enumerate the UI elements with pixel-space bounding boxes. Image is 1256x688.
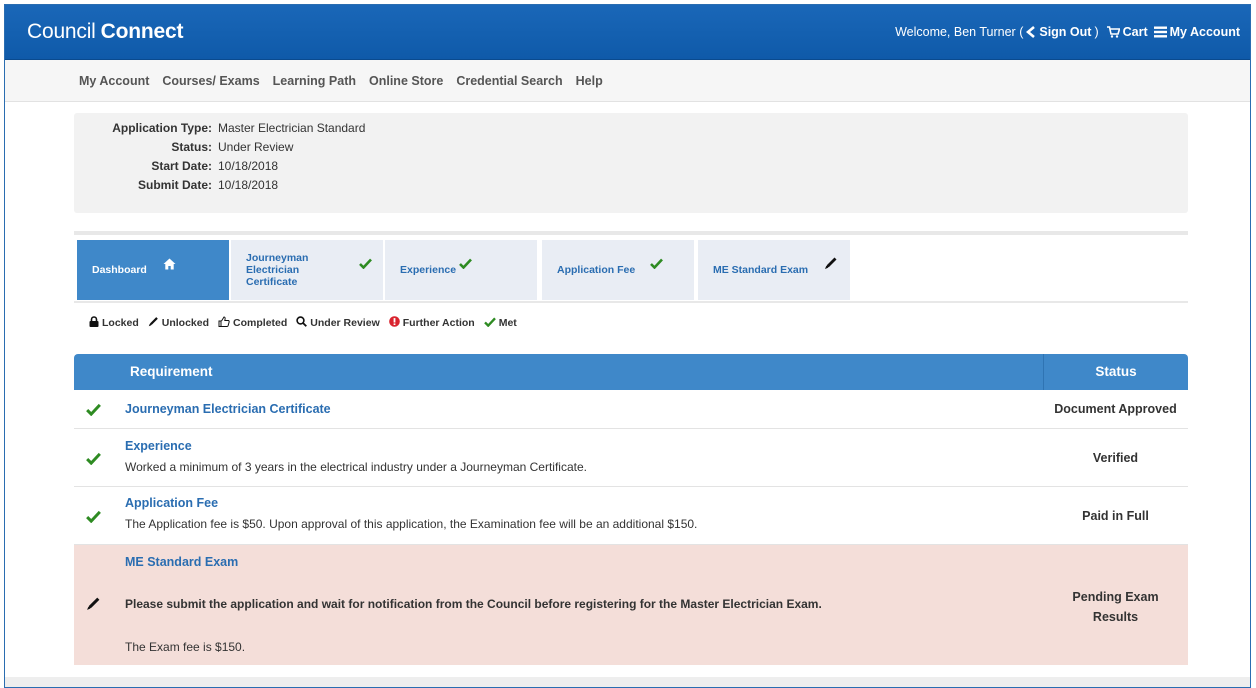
pencil-icon bbox=[824, 256, 838, 273]
brand-logo[interactable]: Council Connect bbox=[27, 20, 183, 44]
info-status-value: Under Review bbox=[218, 140, 294, 154]
check-icon bbox=[359, 258, 372, 272]
check-icon bbox=[459, 258, 472, 272]
table-row: Experience Worked a minimum of 3 years i… bbox=[74, 429, 1188, 487]
legend-under-review: Under Review bbox=[296, 316, 380, 330]
progress-tabs: Dashboard Journeyman Electrician Certifi… bbox=[74, 231, 1188, 303]
tab-application-fee[interactable]: Application Fee bbox=[542, 240, 694, 300]
legend-locked: Locked bbox=[89, 316, 139, 330]
column-header-status: Status bbox=[1043, 354, 1188, 390]
chevron-left-icon bbox=[1026, 25, 1036, 39]
info-submit-value: 10/18/2018 bbox=[218, 178, 279, 192]
sign-out-link[interactable]: Sign Out bbox=[1039, 25, 1091, 39]
tab-me-standard-exam[interactable]: ME Standard Exam bbox=[698, 240, 850, 300]
list-icon bbox=[1153, 25, 1167, 39]
thumbs-up-icon bbox=[218, 316, 233, 330]
column-header-requirement: Requirement bbox=[130, 364, 213, 379]
requirement-description: The Application fee is $50. Upon approva… bbox=[125, 517, 698, 531]
requirement-description: The Exam fee is $150. bbox=[125, 640, 246, 654]
footer-bar bbox=[5, 677, 1250, 687]
info-status-label: Status: bbox=[171, 140, 212, 154]
legend-completed: Completed bbox=[218, 316, 287, 330]
tab-experience[interactable]: Experience bbox=[385, 240, 537, 300]
legend-completed-label: Completed bbox=[233, 317, 288, 329]
info-submit-date: Submit Date: 10/18/2018 bbox=[74, 178, 278, 198]
cart-icon bbox=[1106, 25, 1121, 39]
exclamation-circle-icon bbox=[388, 316, 403, 330]
legend-unlocked-label: Unlocked bbox=[161, 317, 210, 329]
legend-under-review-label: Under Review bbox=[310, 317, 380, 329]
legend-met-label: Met bbox=[498, 317, 517, 329]
tab-application-fee-label: Application Fee bbox=[557, 264, 636, 276]
requirement-link[interactable]: ME Standard Exam bbox=[125, 555, 238, 569]
tab-experience-label: Experience bbox=[400, 264, 457, 276]
info-type-label: Application Type: bbox=[112, 121, 212, 135]
tab-dashboard[interactable]: Dashboard bbox=[77, 240, 229, 300]
nav-learning-path[interactable]: Learning Path bbox=[273, 74, 356, 88]
nav-courses-exams[interactable]: Courses/ Exams bbox=[162, 74, 259, 88]
app-frame: Council Connect Welcome, Ben Turner ( Sig… bbox=[4, 4, 1251, 688]
tab-journeyman-line2: Electrician bbox=[246, 264, 300, 276]
requirement-status: Verified bbox=[1092, 451, 1139, 465]
user-bar: Welcome, Ben Turner ( Sign Out ) Cart My… bbox=[895, 25, 1240, 39]
tab-journeyman-certificate[interactable]: Journeyman Electrician Certificate bbox=[231, 240, 383, 300]
requirement-link[interactable]: Application Fee bbox=[125, 496, 218, 510]
check-icon bbox=[86, 403, 101, 419]
tab-journeyman-line1: Journeyman bbox=[246, 252, 309, 264]
info-start-value: 10/18/2018 bbox=[218, 159, 279, 173]
pencil-icon bbox=[86, 596, 101, 614]
info-start-date: Start Date: 10/18/2018 bbox=[74, 159, 278, 179]
requirement-link[interactable]: Experience bbox=[125, 439, 192, 453]
requirement-instruction: Please submit the application and wait f… bbox=[125, 597, 822, 611]
requirement-status-line2: Results bbox=[1092, 610, 1139, 624]
requirements-table: Requirement Status Journeyman Electricia… bbox=[74, 354, 1188, 665]
info-submit-label: Submit Date: bbox=[137, 178, 212, 192]
cart-link[interactable]: Cart bbox=[1123, 25, 1148, 39]
search-icon bbox=[296, 316, 310, 330]
requirement-status-line1: Pending Exam bbox=[1072, 590, 1159, 604]
tab-dashboard-label: Dashboard bbox=[92, 264, 147, 276]
welcome-text: Welcome, Ben Turner ( bbox=[895, 25, 1024, 39]
close-paren: ) bbox=[1094, 25, 1099, 39]
requirement-description: Worked a minimum of 3 years in the elect… bbox=[125, 460, 587, 474]
check-icon bbox=[86, 452, 101, 468]
legend-further-action: Further Action bbox=[388, 316, 475, 330]
legend-locked-label: Locked bbox=[102, 317, 139, 329]
lock-icon bbox=[89, 316, 102, 330]
info-type-value: Master Electrician Standard bbox=[218, 121, 366, 135]
pencil-icon bbox=[148, 316, 162, 330]
check-icon bbox=[650, 258, 663, 272]
tab-journeyman-line3: Certificate bbox=[246, 276, 298, 288]
requirement-status: Document Approved bbox=[1054, 402, 1177, 416]
nav-my-account[interactable]: My Account bbox=[79, 74, 149, 88]
nav-online-store[interactable]: Online Store bbox=[369, 74, 443, 88]
tab-journeyman-label: Journeyman Electrician Certificate bbox=[246, 252, 308, 288]
tab-me-standard-exam-label: ME Standard Exam bbox=[713, 264, 809, 276]
info-start-label: Start Date: bbox=[151, 159, 212, 173]
nav-help[interactable]: Help bbox=[576, 74, 603, 88]
brand-logo-light: Council bbox=[27, 20, 96, 43]
table-header: Requirement Status bbox=[74, 354, 1188, 390]
info-status: Status: Under Review bbox=[74, 140, 293, 160]
table-row: Application Fee The Application fee is $… bbox=[74, 487, 1188, 545]
top-bar: Council Connect Welcome, Ben Turner ( Sig… bbox=[5, 5, 1250, 60]
requirement-status: Pending Exam Results bbox=[1043, 587, 1188, 627]
legend-further-action-label: Further Action bbox=[402, 317, 475, 329]
legend-met: Met bbox=[483, 317, 517, 330]
legend-unlocked: Unlocked bbox=[148, 316, 209, 330]
my-account-link[interactable]: My Account bbox=[1170, 25, 1240, 39]
main-nav: My Account Courses/ Exams Learning Path … bbox=[5, 60, 1250, 102]
table-row: Journeyman Electrician Certificate Docum… bbox=[74, 390, 1188, 429]
check-icon bbox=[483, 317, 499, 330]
application-info-card: Application Type: Master Electrician Sta… bbox=[74, 113, 1188, 213]
requirement-status: Paid in Full bbox=[1082, 509, 1149, 523]
requirement-link[interactable]: Journeyman Electrician Certificate bbox=[125, 402, 331, 416]
home-icon bbox=[163, 258, 176, 273]
brand-logo-bold: Connect bbox=[100, 20, 184, 43]
nav-credential-search[interactable]: Credential Search bbox=[456, 74, 562, 88]
check-icon bbox=[86, 510, 101, 526]
status-legend: Locked Unlocked Completed Under Review F… bbox=[89, 315, 526, 331]
info-application-type: Application Type: Master Electrician Sta… bbox=[74, 121, 365, 141]
table-row: ME Standard Exam Please submit the appli… bbox=[74, 545, 1188, 665]
